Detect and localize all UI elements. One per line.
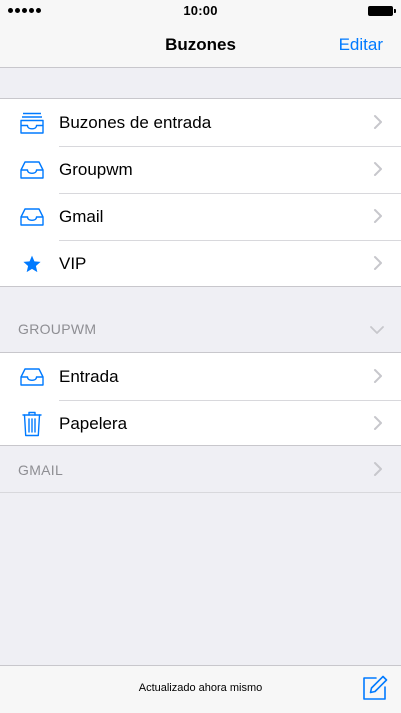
status-bar: 10:00 xyxy=(0,0,401,22)
mailbox-row-vip[interactable]: VIP xyxy=(0,240,401,287)
inbox-stack-icon xyxy=(18,109,46,137)
mailbox-row-groupwm[interactable]: Groupwm xyxy=(0,146,401,193)
section-header-label: GMAIL xyxy=(18,462,64,478)
mailbox-label: Buzones de entrada xyxy=(59,113,212,132)
compose-icon[interactable] xyxy=(362,675,388,701)
edit-button[interactable]: Editar xyxy=(339,35,383,55)
mailbox-row-all-inboxes[interactable]: Buzones de entrada xyxy=(0,99,401,146)
mailbox-label: Groupwm xyxy=(59,160,133,179)
inbox-icon xyxy=(18,203,46,231)
chevron-right-icon xyxy=(374,162,382,176)
chevron-right-icon xyxy=(374,416,382,430)
chevron-right-icon xyxy=(374,115,382,129)
mailboxes-list: Buzones de entrada Groupwm Gmail VIP xyxy=(0,98,401,287)
account-header-groupwm[interactable]: GROUPWM xyxy=(0,306,401,352)
trash-icon xyxy=(18,410,46,438)
chevron-right-icon xyxy=(374,369,382,383)
folder-label: Papelera xyxy=(59,414,128,433)
inbox-icon xyxy=(18,156,46,184)
groupwm-folder-list: Entrada Papelera xyxy=(0,352,401,446)
update-status-text: Actualizado ahora mismo xyxy=(138,682,263,694)
inbox-icon xyxy=(18,363,46,391)
chevron-right-icon xyxy=(374,209,382,223)
folder-row-papelera[interactable]: Papelera xyxy=(0,400,401,447)
battery-icon xyxy=(368,6,396,16)
folder-label: Entrada xyxy=(59,367,119,386)
chevron-down-icon xyxy=(370,326,384,334)
status-time: 10:00 xyxy=(183,3,218,18)
chevron-right-icon xyxy=(374,462,382,476)
mailbox-label: VIP xyxy=(59,254,87,273)
chevron-right-icon xyxy=(374,256,382,270)
mailbox-row-gmail[interactable]: Gmail xyxy=(0,193,401,240)
star-icon xyxy=(18,250,46,278)
bottom-toolbar: Actualizado ahora mismo xyxy=(0,665,401,713)
folder-row-entrada[interactable]: Entrada xyxy=(0,353,401,400)
account-header-gmail[interactable]: GMAIL xyxy=(0,446,401,493)
mailbox-label: Gmail xyxy=(59,207,104,226)
section-header-label: GROUPWM xyxy=(18,321,97,337)
navigation-bar: Buzones Editar xyxy=(0,22,401,68)
